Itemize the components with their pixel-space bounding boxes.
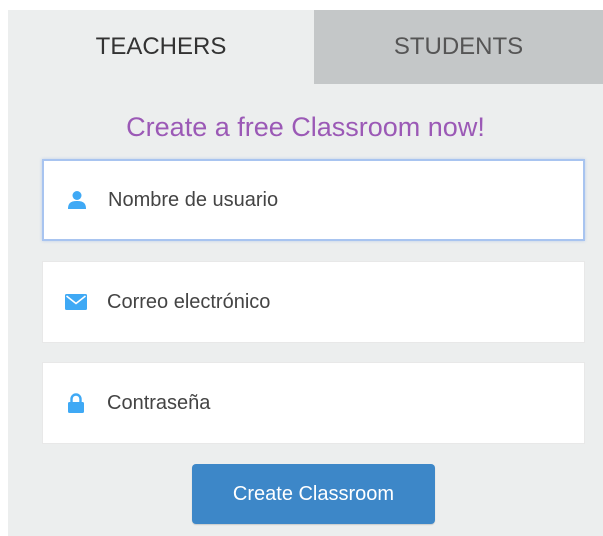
- username-input[interactable]: [108, 180, 548, 220]
- password-input[interactable]: [107, 383, 547, 423]
- email-input[interactable]: [107, 282, 547, 322]
- user-icon: [66, 189, 88, 211]
- email-field[interactable]: [42, 261, 585, 343]
- signup-panel: TEACHERS STUDENTS Create a free Classroo…: [8, 10, 603, 536]
- form-heading: Create a free Classroom now!: [126, 112, 485, 142]
- envelope-icon: [65, 291, 87, 313]
- tab-bar: TEACHERS STUDENTS: [8, 10, 603, 84]
- create-classroom-button[interactable]: Create Classroom: [192, 464, 435, 524]
- password-field[interactable]: [42, 362, 585, 444]
- tab-students[interactable]: STUDENTS: [314, 10, 603, 84]
- tab-teachers[interactable]: TEACHERS: [8, 10, 314, 84]
- username-field[interactable]: [42, 159, 585, 241]
- lock-icon: [65, 392, 87, 414]
